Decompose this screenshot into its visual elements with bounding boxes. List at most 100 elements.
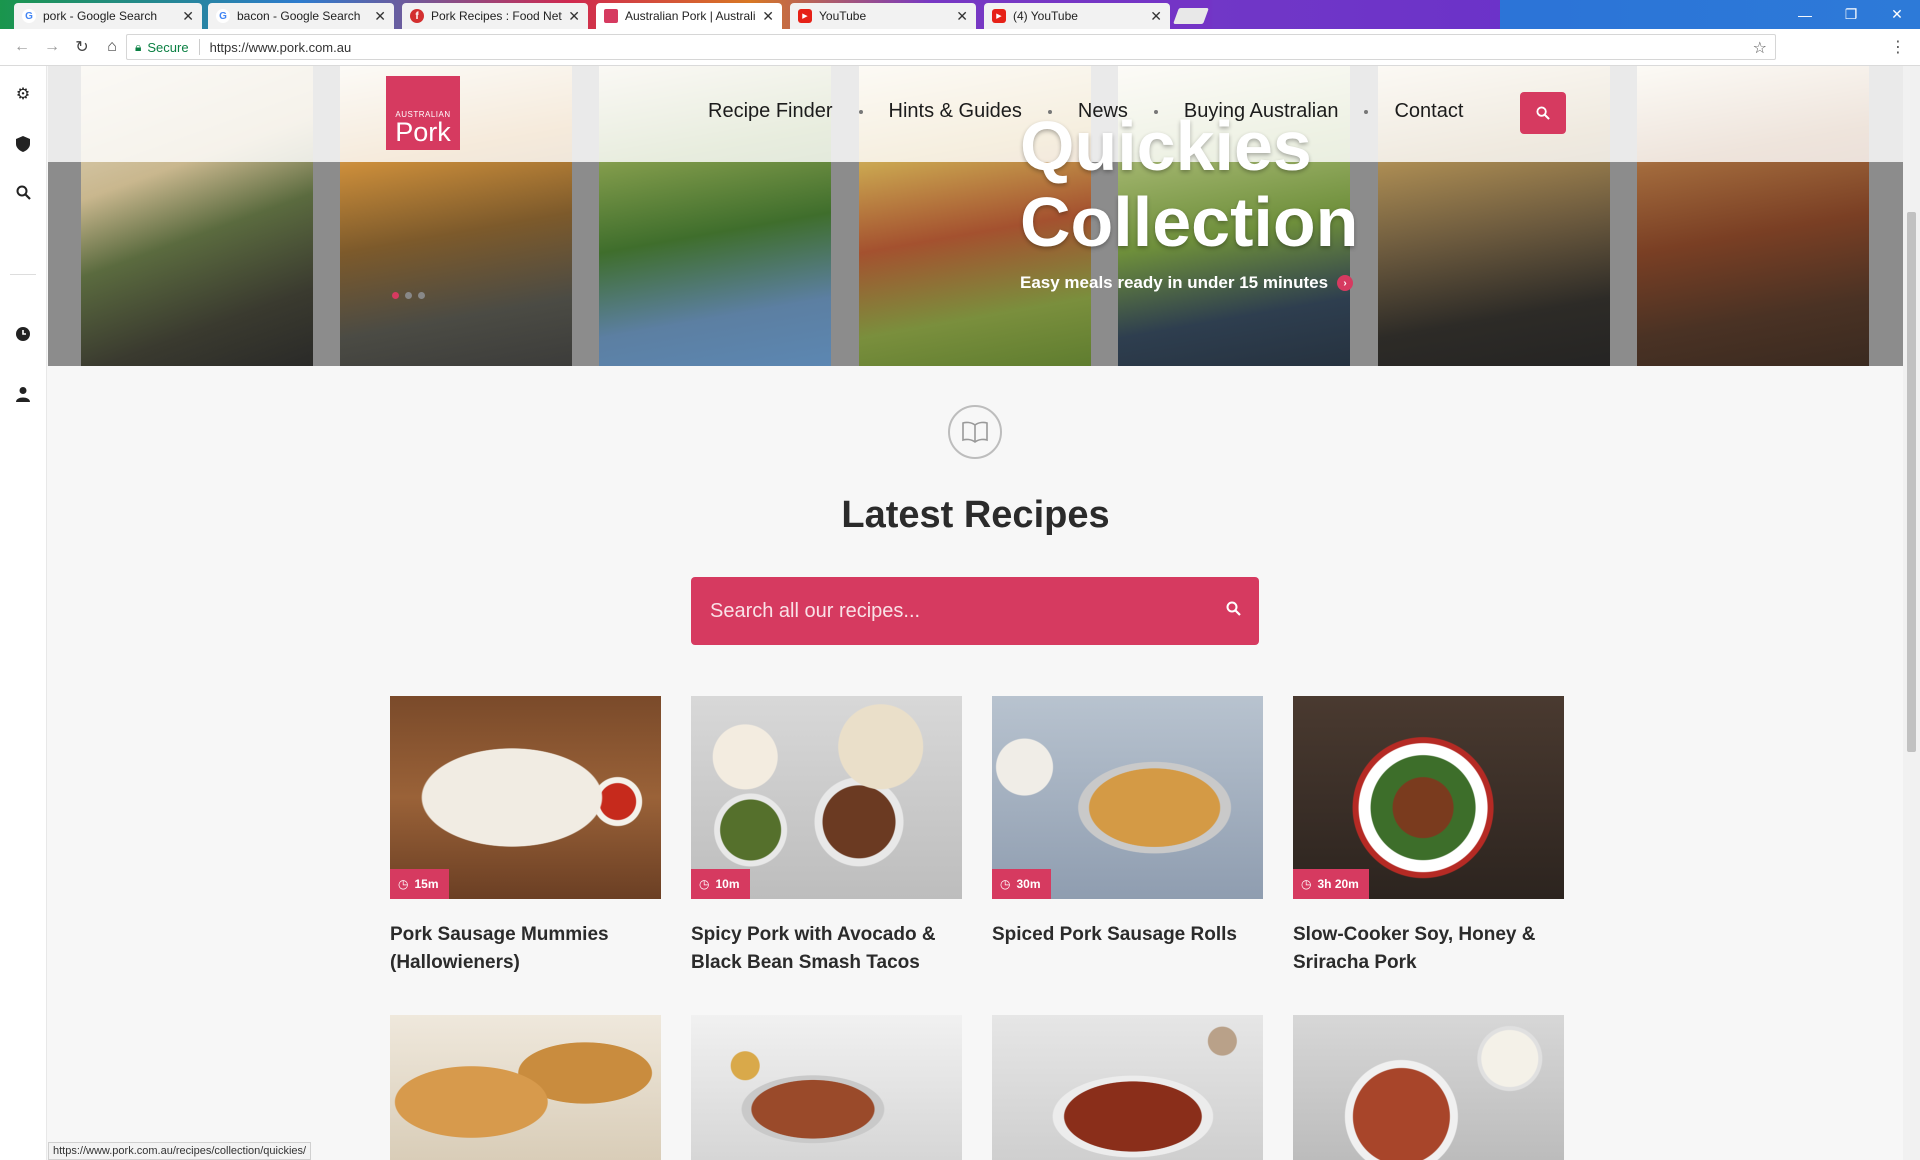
- chevron-right-icon: ›: [1337, 275, 1354, 291]
- bookmark-star-icon[interactable]: ☆: [1753, 38, 1767, 58]
- extension-rail: ⚙: [0, 66, 47, 1160]
- recipe-title[interactable]: Pork Sausage Mummies (Hallowieners): [390, 921, 661, 977]
- recipe-title[interactable]: Slow-Cooker Soy, Honey & Sriracha Pork: [1293, 921, 1564, 977]
- page-scrollbar[interactable]: [1903, 66, 1920, 1160]
- recipe-image[interactable]: [390, 1015, 661, 1160]
- user-icon[interactable]: [13, 384, 33, 404]
- recipe-card[interactable]: ◷ 30m Spiced Pork Sausage Rolls: [992, 696, 1263, 949]
- close-icon[interactable]: ✕: [374, 8, 386, 25]
- browser-toolbar: ← → ↻ ⌂ 🔒︎ Secure https://www.pork.com.a…: [0, 29, 1920, 66]
- carousel-dot-active[interactable]: [392, 292, 399, 299]
- restore-icon[interactable]: ❐: [1828, 0, 1874, 29]
- search-icon[interactable]: [1226, 601, 1241, 616]
- history-clock-icon[interactable]: [13, 324, 33, 344]
- youtube-icon: ▶: [992, 9, 1006, 23]
- nav-separator: [858, 109, 863, 114]
- hero-subtitle: Easy meals ready in under 15 minutes: [1020, 273, 1329, 292]
- recipe-card[interactable]: ◷ 3h 20m Slow-Cooker Soy, Honey & Srirach…: [1293, 696, 1564, 977]
- close-window-icon[interactable]: ✕: [1874, 0, 1920, 29]
- cook-time: 15m: [414, 877, 439, 891]
- url-text[interactable]: https://www.pork.com.au: [210, 40, 352, 55]
- clock-icon: ◷: [398, 877, 409, 891]
- tab-title: bacon - Google Search: [237, 9, 361, 23]
- hero-title-line-2: Collection: [1020, 183, 1359, 261]
- secure-label: Secure: [147, 39, 189, 55]
- carousel-dot[interactable]: [405, 292, 412, 299]
- recipe-image[interactable]: [992, 1015, 1263, 1160]
- recipe-image[interactable]: [1293, 1015, 1564, 1160]
- close-icon[interactable]: ✕: [568, 8, 580, 25]
- home-icon[interactable]: ⌂: [100, 35, 124, 59]
- carousel-dots: [392, 292, 425, 299]
- recipe-image[interactable]: ◷ 10m: [691, 696, 962, 899]
- close-icon[interactable]: ✕: [762, 8, 774, 25]
- cook-time-badge: ◷ 30m: [992, 869, 1051, 899]
- recipe-card[interactable]: [1293, 1015, 1564, 1160]
- header-search-button[interactable]: [1520, 92, 1566, 134]
- hero-subtitle-link[interactable]: Easy meals ready in under 15 minutes ›: [1020, 273, 1354, 293]
- tab-title: Pork Recipes : Food Netw: [431, 9, 563, 23]
- scrollbar-thumb[interactable]: [1907, 212, 1916, 752]
- recipe-image[interactable]: ◷ 3h 20m: [1293, 696, 1564, 899]
- hero-title[interactable]: Quickies Collection: [1020, 108, 1358, 260]
- carousel-dot[interactable]: [418, 292, 425, 299]
- recipe-search-input[interactable]: Search all our recipes...: [691, 577, 1259, 645]
- back-icon[interactable]: ←: [10, 35, 34, 59]
- gear-icon[interactable]: ⚙: [13, 84, 33, 104]
- tab-australian-pork[interactable]: Australian Pork | Australia ✕: [596, 3, 782, 29]
- new-tab-button[interactable]: [1173, 8, 1209, 24]
- tab-title: Australian Pork | Australia: [625, 9, 757, 23]
- recipe-card[interactable]: [390, 1015, 661, 1160]
- close-icon[interactable]: ✕: [182, 8, 194, 25]
- youtube-icon: ▶: [798, 9, 812, 23]
- nav-separator: [1364, 109, 1369, 114]
- recipe-image[interactable]: [691, 1015, 962, 1160]
- tab-youtube[interactable]: ▶ YouTube ✕: [790, 3, 976, 29]
- tab-strip: G pork - Google Search ✕ G bacon - Googl…: [0, 0, 1920, 29]
- recipe-title[interactable]: Spicy Pork with Avocado & Black Bean Sma…: [691, 921, 962, 977]
- shield-icon[interactable]: [13, 134, 33, 154]
- browser-menu-icon[interactable]: ⋮: [1890, 37, 1906, 57]
- clock-icon: ◷: [1000, 877, 1011, 891]
- omnibox-divider: [198, 39, 200, 55]
- tab-title: pork - Google Search: [43, 9, 158, 23]
- minimize-icon[interactable]: —: [1782, 0, 1828, 29]
- cook-time-badge: ◷ 3h 20m: [1293, 869, 1369, 899]
- australian-pork-logo[interactable]: AUSTRALIAN Pork: [386, 76, 460, 150]
- logo-big-text: Pork: [395, 117, 451, 147]
- tab-food-network[interactable]: f Pork Recipes : Food Netw ✕: [402, 3, 588, 29]
- recipe-card[interactable]: ◷ 15m Pork Sausage Mummies (Hallowieners): [390, 696, 661, 977]
- hero-banner[interactable]: AUSTRALIAN Pork Recipe Finder Hints & Gu…: [48, 66, 1903, 366]
- tab-title: YouTube: [819, 9, 867, 23]
- search-icon: [1536, 106, 1550, 120]
- address-bar[interactable]: 🔒︎ Secure https://www.pork.com.au ☆: [126, 34, 1776, 60]
- rail-divider: [10, 274, 36, 275]
- australian-pork-icon: [604, 9, 618, 23]
- close-icon[interactable]: ✕: [956, 8, 968, 25]
- food-network-icon: f: [410, 9, 424, 23]
- tab-bacon-search[interactable]: G bacon - Google Search ✕: [208, 3, 394, 29]
- nav-contact[interactable]: Contact: [1394, 100, 1463, 123]
- section-title: Latest Recipes: [841, 494, 1110, 536]
- cook-time-badge: ◷ 15m: [390, 869, 449, 899]
- reload-icon[interactable]: ↻: [70, 35, 94, 59]
- tab-youtube-4[interactable]: ▶ (4) YouTube ✕: [984, 3, 1170, 29]
- tab-pork-search[interactable]: G pork - Google Search ✕: [14, 3, 202, 29]
- close-icon[interactable]: ✕: [1150, 8, 1162, 25]
- recipe-card[interactable]: [691, 1015, 962, 1160]
- forward-icon[interactable]: →: [40, 35, 64, 59]
- google-icon: G: [22, 9, 36, 23]
- cook-time: 30m: [1016, 877, 1041, 891]
- nav-recipe-finder[interactable]: Recipe Finder: [708, 100, 833, 123]
- search-placeholder: Search all our recipes...: [710, 599, 921, 622]
- google-icon: G: [216, 9, 230, 23]
- recipe-image[interactable]: ◷ 15m: [390, 696, 661, 899]
- search-icon[interactable]: [13, 182, 33, 202]
- recipe-card[interactable]: [992, 1015, 1263, 1160]
- hero-title-line-1: Quickies: [1020, 107, 1312, 185]
- status-bar-url: https://www.pork.com.au/recipes/collecti…: [48, 1142, 312, 1160]
- recipe-title[interactable]: Spiced Pork Sausage Rolls: [992, 921, 1263, 949]
- recipe-card[interactable]: ◷ 10m Spicy Pork with Avocado & Black Bea…: [691, 696, 962, 977]
- nav-hints-guides[interactable]: Hints & Guides: [889, 100, 1022, 123]
- recipe-image[interactable]: ◷ 30m: [992, 696, 1263, 899]
